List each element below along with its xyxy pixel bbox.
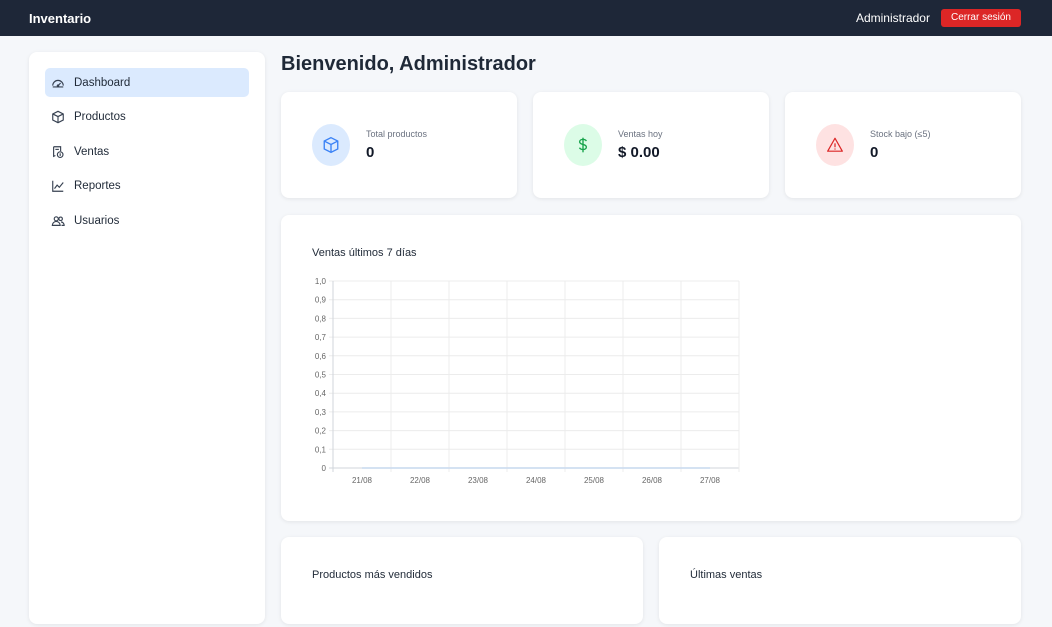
stat-card-sales-today: Ventas hoy $ 0.00 — [533, 92, 769, 198]
x-tick-label: 24/08 — [526, 476, 547, 485]
y-tick-label: 0,8 — [315, 314, 327, 323]
sidebar-item-dashboard[interactable]: Dashboard — [45, 68, 249, 97]
sidebar-item-label: Dashboard — [74, 76, 131, 89]
stat-value: 0 — [366, 144, 375, 161]
user-area: Administrador Cerrar sesión — [856, 9, 1021, 27]
sidebar-item-ventas[interactable]: Ventas — [45, 137, 249, 166]
page-title: Bienvenido, Administrador — [281, 53, 536, 75]
sidebar-item-label: Usuarios — [74, 214, 120, 227]
line-chart-icon — [51, 179, 65, 193]
top-products-title: Productos más vendidos — [312, 569, 433, 581]
y-tick-label: 0,2 — [315, 427, 327, 436]
x-tick-label: 21/08 — [352, 476, 373, 485]
stat-label: Ventas hoy — [618, 129, 663, 139]
recent-sales-card: Últimas ventas — [659, 537, 1021, 624]
stat-icon-circle — [816, 124, 854, 166]
top-products-card: Productos más vendidos — [281, 537, 643, 624]
sidebar-item-usuarios[interactable]: Usuarios — [45, 206, 249, 235]
y-tick-label: 0,5 — [315, 371, 327, 380]
top-navbar: Inventario Administrador Cerrar sesión — [0, 0, 1052, 36]
x-tick-label: 25/08 — [584, 476, 605, 485]
stat-label: Stock bajo (≤5) — [870, 129, 931, 139]
stat-value: $ 0.00 — [618, 144, 660, 161]
users-icon — [51, 214, 65, 228]
logout-button[interactable]: Cerrar sesión — [940, 9, 1021, 27]
sidebar-item-label: Productos — [74, 111, 126, 123]
y-tick-label: 0,4 — [315, 389, 327, 398]
sales-chart-card: Ventas últimos 7 días 0 0,1 0,2 0,3 0,4 0,5 0,… — [281, 215, 1021, 521]
stat-icon-circle — [312, 124, 350, 166]
receipt-icon — [51, 145, 65, 159]
app-brand[interactable]: Inventario — [29, 11, 91, 26]
y-tick-label: 0,9 — [315, 296, 327, 305]
y-tick-label: 0,1 — [315, 445, 327, 454]
x-tick-label: 22/08 — [410, 476, 431, 485]
stat-icon-circle — [564, 124, 602, 166]
dollar-icon — [578, 137, 588, 153]
recent-sales-title: Últimas ventas — [690, 569, 763, 581]
x-tick-label: 27/08 — [700, 476, 721, 485]
current-user-name: Administrador — [855, 11, 930, 25]
sidebar: Dashboard Productos Ventas Reportes Usua… — [29, 52, 265, 624]
gauge-icon — [51, 76, 65, 90]
x-tick-label: 26/08 — [642, 476, 663, 485]
stat-card-total-products: Total productos 0 — [281, 92, 517, 198]
y-tick-label: 1,0 — [315, 277, 327, 286]
sidebar-item-label: Ventas — [74, 145, 110, 158]
y-tick-label: 0 — [322, 464, 327, 473]
stat-card-low-stock: Stock bajo (≤5) 0 — [785, 92, 1021, 198]
stat-value: 0 — [870, 144, 879, 161]
x-tick-label: 23/08 — [468, 476, 489, 485]
sidebar-item-reportes[interactable]: Reportes — [45, 172, 249, 201]
warning-icon — [827, 137, 843, 152]
box-icon — [323, 136, 339, 154]
y-tick-label: 0,6 — [315, 352, 327, 361]
y-tick-label: 0,3 — [315, 408, 327, 417]
box-icon — [51, 110, 65, 124]
y-tick-label: 0,7 — [315, 333, 327, 342]
sidebar-item-productos[interactable]: Productos — [45, 103, 249, 132]
sidebar-item-label: Reportes — [74, 180, 121, 192]
stat-label: Total productos — [366, 129, 428, 139]
sales-line-chart: 0 0,1 0,2 0,3 0,4 0,5 0,6 0,7 0,8 0,9 1,0 21/08 22/0… — [315, 277, 740, 485]
